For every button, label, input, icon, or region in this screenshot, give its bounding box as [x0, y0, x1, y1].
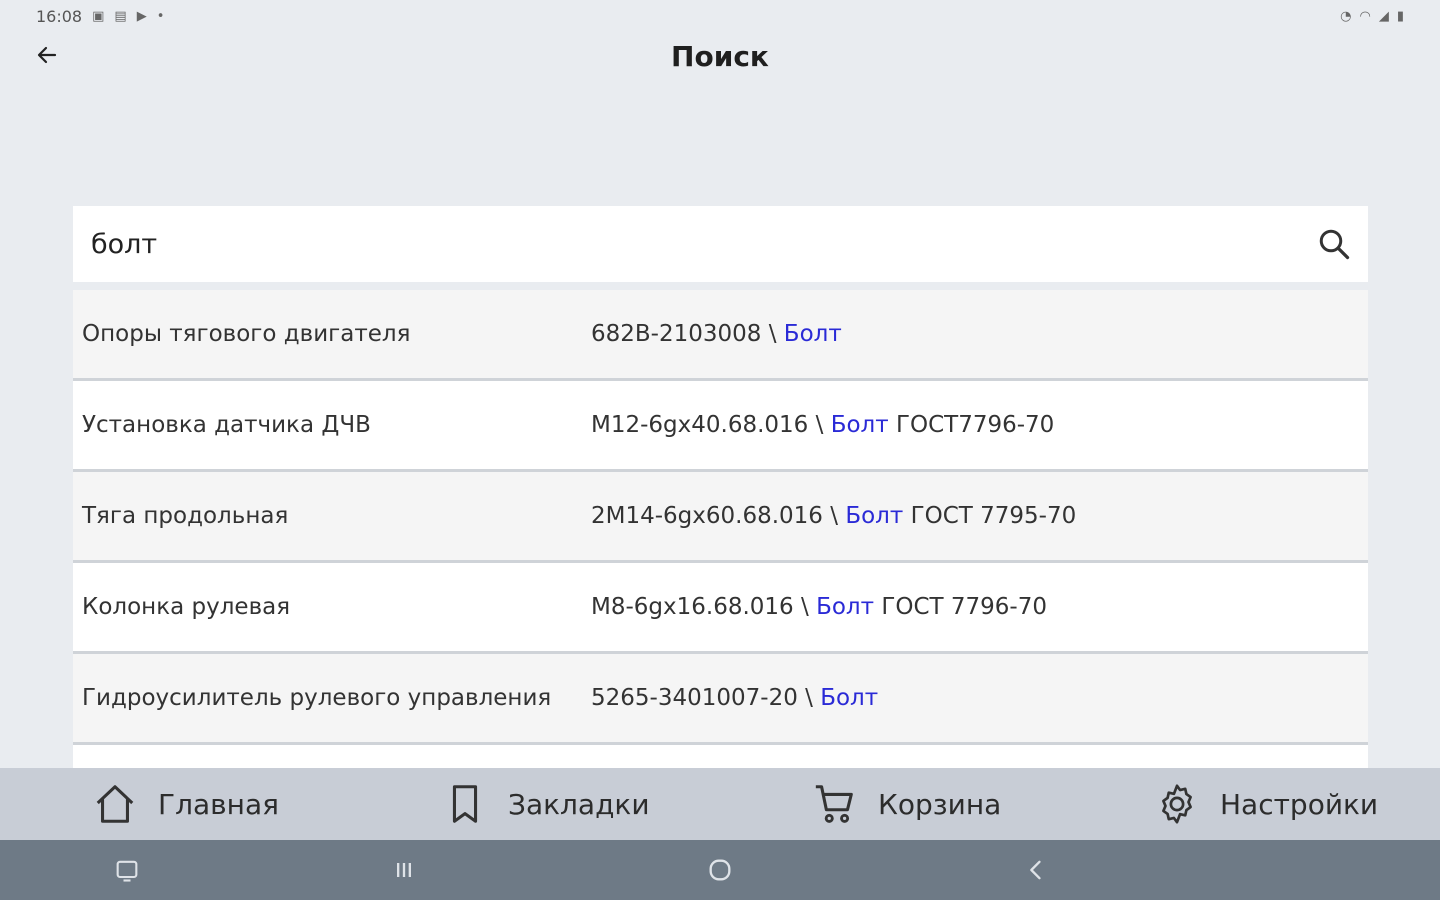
more-notifications-icon: •: [156, 8, 165, 24]
nav-home-label: Главная: [158, 787, 279, 821]
status-right: ◔ ◠ ◢ ▮: [1340, 9, 1404, 24]
result-section: Колонка рулевая: [82, 594, 291, 620]
cart-icon: [812, 781, 858, 827]
nav-bookmarks-label: Закладки: [508, 787, 650, 821]
home-button[interactable]: [704, 854, 736, 886]
status-bar: 16:08 ▣ ▤ ▶ • ◔ ◠ ◢ ▮: [0, 0, 1440, 32]
search-icon: [1319, 229, 1350, 260]
part-match: Болт: [816, 594, 875, 620]
result-part: 5265-3401007-20 \ Болт: [591, 685, 1368, 711]
status-left: 16:08 ▣ ▤ ▶ •: [36, 7, 164, 26]
table-row[interactable]: Установка датчика ДЧВ M12-6gx40.68.016 \…: [73, 381, 1368, 472]
part-match: Болт: [783, 321, 842, 347]
results-list: Опоры тягового двигателя 682B-2103008 \ …: [73, 290, 1368, 768]
table-row[interactable]: Тяга продольная 2M14-6gx60.68.016 \ Болт…: [73, 472, 1368, 563]
part-suffix: ГОСТ 7795-70: [903, 503, 1077, 529]
app-bar: Поиск: [0, 32, 1440, 88]
wifi-icon: ◠: [1359, 8, 1371, 24]
part-match: Болт: [830, 412, 889, 438]
result-section: Гидроусилитель рулевого управления: [82, 685, 552, 711]
nav-cart-label: Корзина: [878, 787, 1002, 821]
recent-apps-button[interactable]: [388, 854, 420, 886]
news-notification-icon: ▤: [114, 8, 127, 24]
result-section: Установка датчика ДЧВ: [82, 412, 371, 438]
signal-icon: ◢: [1378, 8, 1389, 24]
page-title: Поиск: [671, 40, 769, 73]
status-time: 16:08: [36, 6, 83, 26]
result-part: M8-6gx16.68.016 \ Болт ГОСТ 7796-70: [591, 594, 1368, 620]
bookmark-icon: [442, 781, 488, 827]
alarm-icon: ◔: [1340, 8, 1352, 24]
gallery-notification-icon: ▣: [92, 8, 105, 24]
result-part: 2M14-6gx60.68.016 \ Болт ГОСТ 7795-70: [591, 503, 1368, 529]
part-suffix: ГОСТ 7796-70: [874, 594, 1047, 620]
search-input[interactable]: [91, 228, 1314, 260]
play-notification-icon: ▶: [136, 8, 147, 24]
part-code: 682B-2103008 \: [591, 321, 784, 347]
battery-icon: ▮: [1396, 8, 1404, 24]
table-row-partial[interactable]: [73, 745, 1368, 768]
result-part: 682B-2103008 \ Болт: [591, 321, 1368, 347]
part-match: Болт: [820, 685, 879, 711]
nav-cart[interactable]: Корзина: [812, 768, 1001, 840]
bottom-nav: Главная Закладки Корзина Настройки: [0, 768, 1440, 840]
gear-icon: [1154, 781, 1200, 827]
system-nav-bar: [0, 840, 1440, 900]
result-section: Опоры тягового двигателя: [82, 321, 411, 347]
system-back-button[interactable]: [1020, 854, 1052, 886]
chevron-left-icon: [1030, 860, 1041, 880]
nav-settings[interactable]: Настройки: [1154, 768, 1378, 840]
part-suffix: ГОСТ7796-70: [888, 412, 1055, 438]
table-row[interactable]: Колонка рулевая M8-6gx16.68.016 \ Болт Г…: [73, 563, 1368, 654]
screenshot-icon: [116, 860, 138, 882]
nav-bookmarks[interactable]: Закладки: [442, 768, 650, 840]
screenshot-button[interactable]: [111, 854, 143, 886]
home-circle-icon: [709, 859, 731, 881]
part-code: M8-6gx16.68.016 \: [591, 594, 817, 620]
part-code: 5265-3401007-20 \: [591, 685, 821, 711]
part-code: 2M14-6gx60.68.016 \: [591, 503, 846, 529]
nav-settings-label: Настройки: [1220, 787, 1379, 821]
search-box: [73, 206, 1368, 282]
search-button[interactable]: [1314, 224, 1354, 264]
part-code: M12-6gx40.68.016 \: [591, 412, 831, 438]
home-icon: [92, 781, 138, 827]
nav-home[interactable]: Главная: [92, 768, 279, 840]
recent-apps-icon: [397, 863, 411, 877]
part-match: Болт: [845, 503, 904, 529]
result-section: Тяга продольная: [82, 503, 289, 529]
table-row[interactable]: Гидроусилитель рулевого управления 5265-…: [73, 654, 1368, 745]
table-row[interactable]: Опоры тягового двигателя 682B-2103008 \ …: [73, 290, 1368, 381]
result-part: M12-6gx40.68.016 \ Болт ГОСТ7796-70: [591, 412, 1368, 438]
